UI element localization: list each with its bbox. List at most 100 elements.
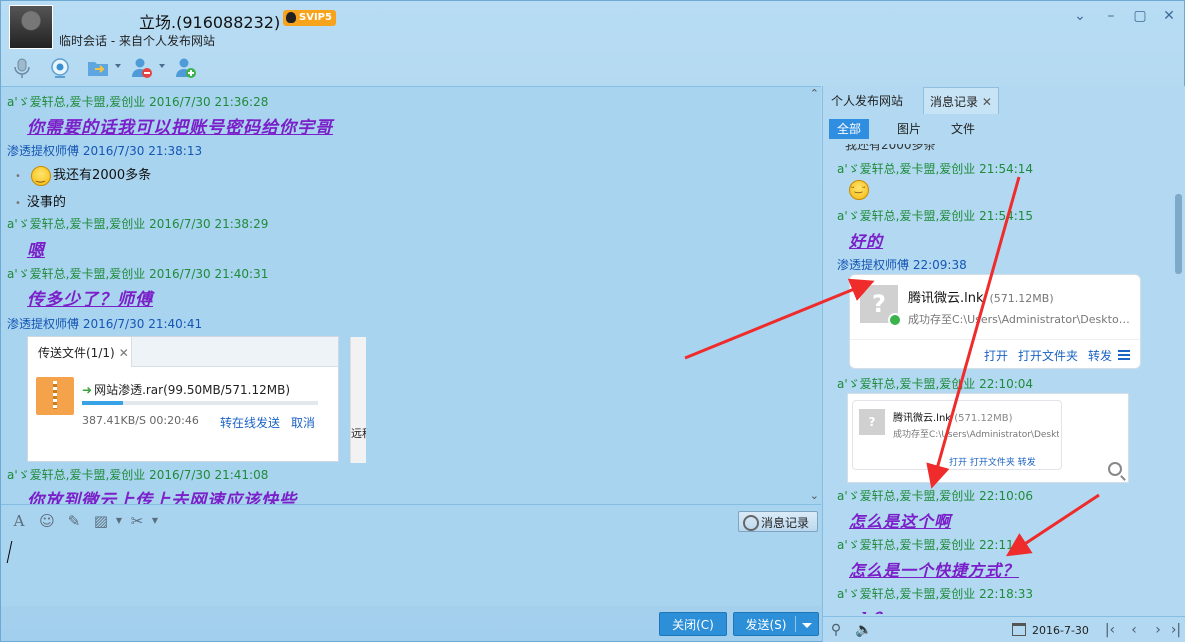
last-page-icon[interactable]: ›| [1167,622,1185,638]
transfer-speed: 387.41KB/S 00:20:46 [82,414,199,427]
message-text: 传多少了？师傅 [27,290,153,310]
open-file-link[interactable]: 打开 [984,347,1008,364]
tab-transfer[interactable]: 传送文件(1/1) ✕ [28,337,132,367]
message-text: 嗯 [27,241,45,261]
screenshot-file-card: ? 腾讯微云.lnk (571.12MB) 成功存至C:\Users\Admin… [852,400,1062,470]
chevron-down-icon[interactable]: ▼ [145,512,165,530]
scroll-up-icon[interactable]: ⌃ [810,87,819,100]
cut-off-message: 我还有2000多条 [845,144,936,152]
close-icon[interactable]: ✕ [1160,7,1178,25]
message-history-button[interactable]: 消息记录 [738,511,818,532]
folder-transfer-icon[interactable] [83,55,121,81]
history-scrollbar[interactable] [1173,144,1183,614]
speaker-icon[interactable]: 🔈 [855,622,873,638]
check-icon [888,313,902,327]
file-card: ? 腾讯微云.lnk (571.12MB) 成功存至C:\Users\Admini… [849,274,1141,369]
message-input[interactable] [1,536,821,606]
next-page-icon[interactable]: › [1149,622,1167,638]
message-text: 我还有2000多条 [15,164,151,186]
offline-send-link[interactable]: 转在线发送 [220,414,280,431]
chat-window: 立场.(916088232) SVIP5 临时会话 - 来自个人发布网站 ⌄ –… [0,0,1185,642]
transfer-file-name: ➜ 网站渗透.rar(99.50MB/571.12MB) [82,383,291,397]
avatar[interactable] [9,5,53,49]
transfer-progress-bar [82,401,318,405]
edit-icon[interactable]: ✎ [64,512,84,530]
send-button[interactable]: 发送(S) [733,612,819,636]
history-footer: ⚲ 🔈 2016-7-30 |‹ ‹ › ›| [823,616,1185,642]
grin-emoji-icon [849,180,869,200]
close-icon[interactable]: ✕ [119,346,129,360]
video-camera-icon[interactable] [45,55,75,81]
record-header: 渗透提权师傅 22:09:38 [837,258,967,272]
contact-name[interactable]: 立场.(916088232) [139,9,280,33]
transfer-tabbar: 传送文件(1/1) ✕ [28,337,338,367]
emoji-icon[interactable]: ☺ [37,512,57,530]
record-text: 好的 [849,232,884,251]
session-subtitle: 临时会话 - 来自个人发布网站 [59,34,215,48]
zip-file-icon [36,377,74,415]
chevron-down-icon[interactable]: ▼ [109,512,129,530]
tab-personal-site[interactable]: 个人发布网站 [831,92,903,109]
calendar-icon[interactable] [1012,623,1026,636]
minimize-icon[interactable]: – [1102,7,1120,25]
record-header: a'ゞ爱轩总,爱卡盟,爱创业 22:10:04 [837,377,1034,391]
header: 立场.(916088232) SVIP5 临时会话 - 来自个人发布网站 ⌄ –… [1,1,1185,85]
transfer-panel-edge: 远程 [350,337,366,463]
scroll-down-icon[interactable]: ⌄ [810,489,819,502]
close-icon[interactable]: ✕ [982,95,992,109]
filter-images[interactable]: 图片 [889,119,929,139]
filter-all[interactable]: 全部 [829,119,870,139]
open-folder-link[interactable]: 打开文件夹 [1018,347,1078,364]
right-tabbar: 个人发布网站 消息记录 ✕ [823,86,1185,114]
chevron-down-icon[interactable]: ⌄ [1071,7,1089,25]
remove-contact-icon[interactable] [127,55,165,81]
cancel-transfer-link[interactable]: 取消 [291,414,315,431]
record-text: 怎么是这个啊 [849,512,952,531]
file-card-path: 成功存至C:\Users\Administrator\Desktop\渗透... [908,313,1134,326]
record-header: a'ゞ爱轩总,爱卡盟,爱创业 22:18:33 [837,587,1034,601]
forward-link[interactable]: 转发 [1088,347,1112,364]
image-icon[interactable]: ▨ [91,512,111,530]
file-transfer-panel: 传送文件(1/1) ✕ ➜ 网站渗透.rar(99.50MB/571.12MB) 3… [27,336,366,463]
prev-page-icon[interactable]: ‹ [1125,622,1143,638]
search-icon[interactable]: ⚲ [827,622,845,638]
add-contact-icon[interactable] [171,55,201,81]
message-text: 没事的 [15,191,66,210]
history-date[interactable]: 2016-7-30 [1032,624,1089,637]
history-filter: 全部 图片 文件 [823,116,1185,142]
scissors-icon[interactable]: ✂ [127,512,147,530]
message-header: 渗透提权师傅 2016/7/30 21:40:41 [7,317,203,331]
message-header: a'ゞ爱轩总,爱卡盟,爱创业 2016/7/30 21:38:29 [7,217,269,231]
record-text: ok？ [849,605,890,614]
text-caret [6,541,13,563]
record-text: 怎么是一个快捷方式？ [849,561,1020,580]
first-page-icon[interactable]: |‹ [1101,622,1119,638]
message-header: a'ゞ爱轩总,爱卡盟,爱创业 2016/7/30 21:41:08 [7,468,269,482]
svip-badge[interactable]: SVIP5 [283,10,336,26]
font-icon[interactable]: A [9,512,29,530]
history-panel: 个人发布网站 消息记录 ✕ 全部 图片 文件 我还有2000多条 a'ゞ爱轩总,… [822,86,1185,642]
microphone-icon[interactable] [7,55,37,81]
unknown-file-icon: ? [860,285,902,327]
input-toolbar: A ☺ ✎ ▨ ▼ ✂ ▼ 消息记录 [1,504,821,536]
menu-icon[interactable] [1118,350,1130,360]
record-header: a'ゞ爱轩总,爱卡盟,爱创业 21:54:15 [837,209,1034,223]
message-pane[interactable]: ⌃ a'ゞ爱轩总,爱卡盟,爱创业 2016/7/30 21:36:28 你需要的… [1,86,821,504]
zoom-in-icon[interactable] [1108,462,1122,476]
file-card-title: 腾讯微云.lnk (571.12MB) [908,291,1054,306]
message-header: a'ゞ爱轩总,爱卡盟,爱创业 2016/7/30 21:40:31 [7,267,269,281]
record-header: a'ゞ爱轩总,爱卡盟,爱创业 22:10:06 [837,489,1034,503]
call-toolbar [7,55,201,81]
history-list[interactable]: 我还有2000多条 a'ゞ爱轩总,爱卡盟,爱创业 21:54:14 a'ゞ爱轩总… [823,144,1171,614]
message-header: 渗透提权师傅 2016/7/30 21:38:13 [7,144,203,158]
close-button[interactable]: 关闭(C) [659,612,727,636]
message-text: 你需要的话我可以把账号密码给你宇哥 [27,118,333,138]
screenshot-image[interactable]: ? 腾讯微云.lnk (571.12MB) 成功存至C:\Users\Admin… [847,393,1129,483]
record-header: a'ゞ爱轩总,爱卡盟,爱创业 21:54:14 [837,162,1034,176]
tab-message-history[interactable]: 消息记录 ✕ [923,87,999,114]
smiley-icon [31,165,52,186]
maximize-icon[interactable]: ▢ [1131,7,1149,25]
filter-files[interactable]: 文件 [943,119,983,139]
chevron-down-icon[interactable] [802,623,812,628]
record-header: a'ゞ爱轩总,爱卡盟,爱创业 22:11:… [837,538,1030,552]
